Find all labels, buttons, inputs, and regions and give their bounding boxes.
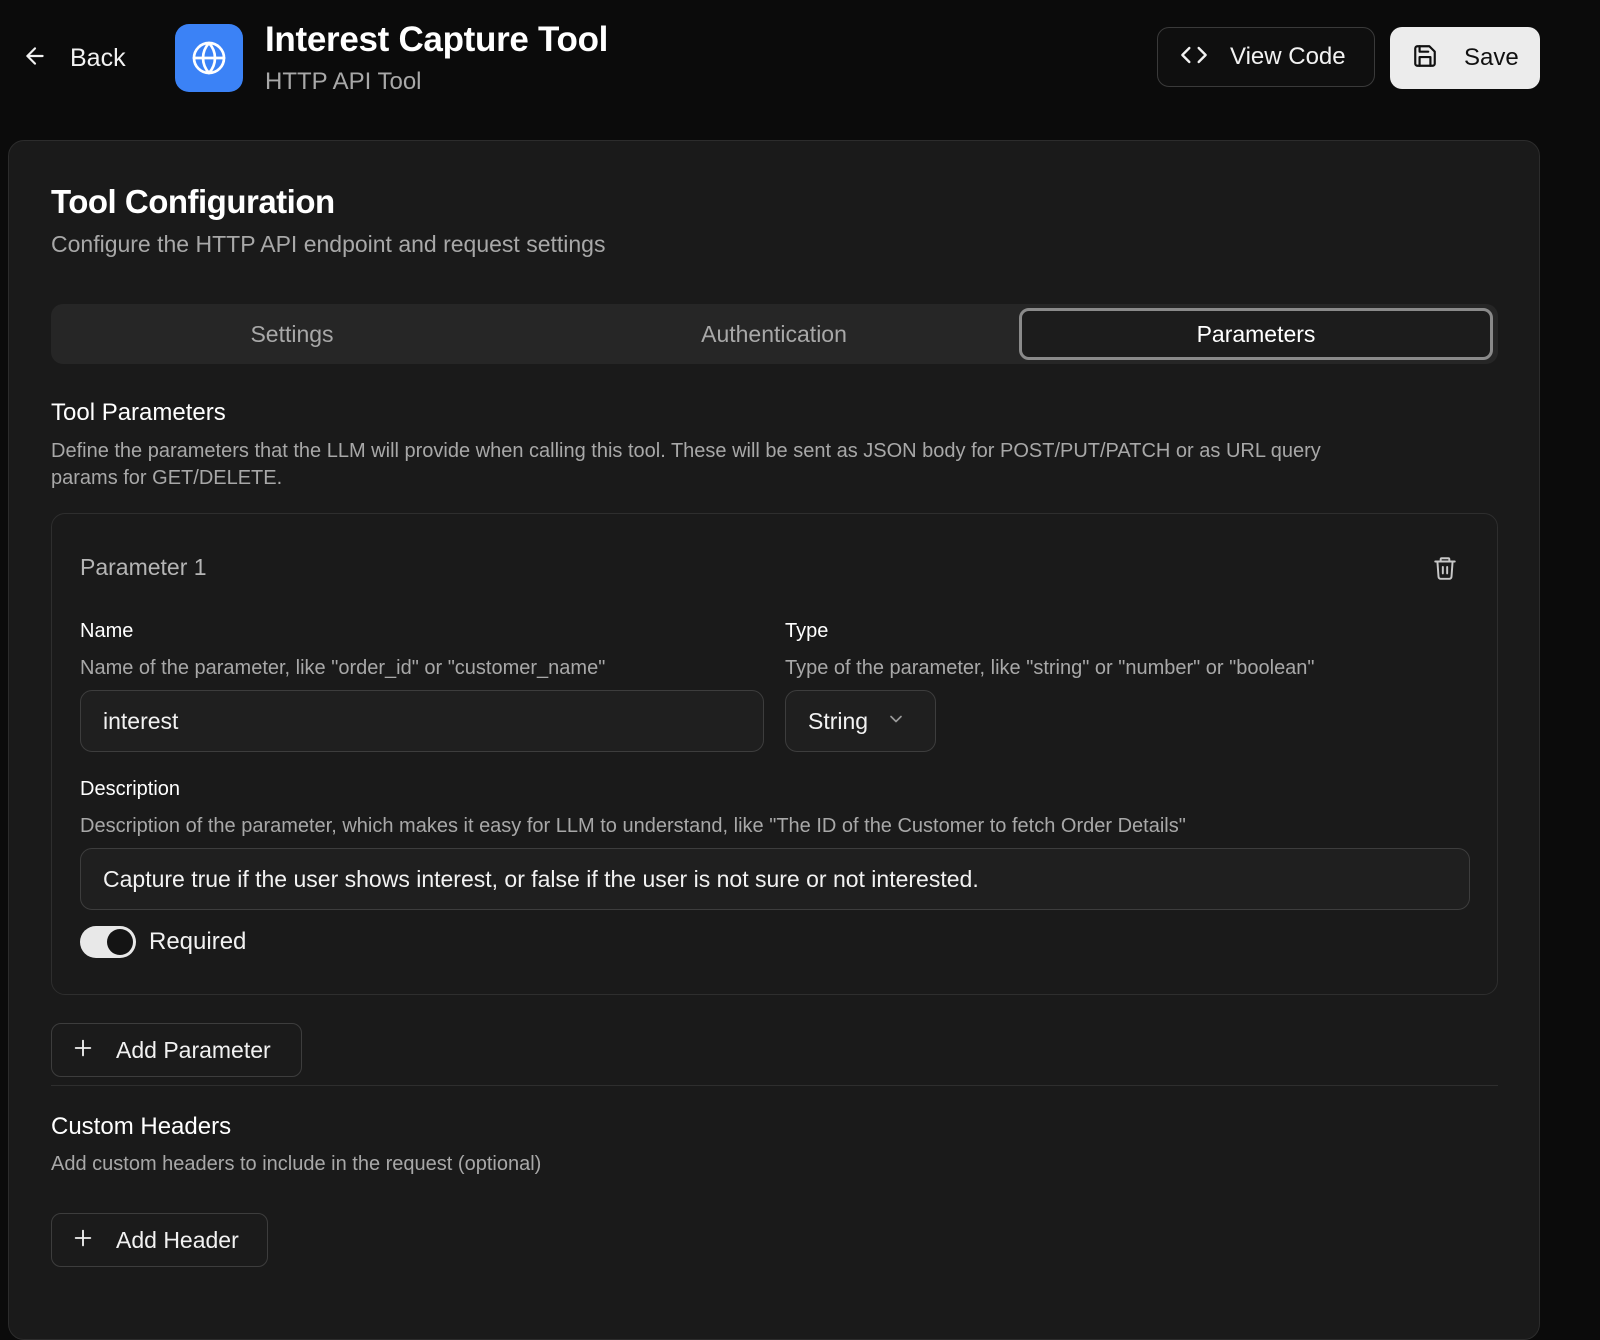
chevron-down-icon — [886, 708, 906, 735]
plus-icon — [72, 1037, 94, 1064]
back-label: Back — [70, 43, 126, 72]
description-label: Description — [80, 778, 181, 800]
tool-configuration-card: Tool Configuration Configure the HTTP AP… — [8, 140, 1540, 1340]
card-title: Tool Configuration — [51, 183, 335, 220]
card-description: Configure the HTTP API endpoint and requ… — [51, 231, 606, 257]
globe-icon — [175, 24, 243, 92]
type-hint: Type of the parameter, like "string" or … — [785, 657, 1315, 679]
parameter-card: Parameter 1 Name Name of the parameter, … — [51, 513, 1498, 995]
custom-headers-title: Custom Headers — [51, 1113, 232, 1140]
toggle-knob — [107, 929, 133, 955]
arrow-left-icon — [22, 43, 48, 74]
divider — [51, 1085, 1498, 1086]
type-select-value: String — [808, 707, 869, 734]
plus-icon — [72, 1227, 94, 1254]
name-label: Name — [80, 620, 134, 642]
name-input[interactable]: interest — [80, 690, 764, 752]
tool-parameters-description-line1: Define the parameters that the LLM will … — [51, 440, 1321, 462]
required-label: Required — [149, 928, 247, 955]
page-title: Interest Capture Tool — [265, 20, 609, 59]
add-parameter-button[interactable]: Add Parameter — [51, 1023, 302, 1077]
view-code-button[interactable]: View Code — [1157, 27, 1375, 87]
description-hint: Description of the parameter, which make… — [80, 815, 1186, 837]
tab-bar: Settings Authentication Parameters — [51, 304, 1498, 364]
add-parameter-label: Add Parameter — [116, 1036, 271, 1063]
view-code-label: View Code — [1230, 43, 1346, 70]
page-subtitle: HTTP API Tool — [265, 68, 422, 95]
parameter-title: Parameter 1 — [80, 554, 207, 580]
tab-parameters[interactable]: Parameters — [1019, 308, 1493, 360]
tool-parameters-description-line2: params for GET/DELETE. — [51, 467, 283, 489]
tab-settings[interactable]: Settings — [51, 304, 533, 364]
tab-authentication[interactable]: Authentication — [533, 304, 1015, 364]
description-input[interactable]: Capture true if the user shows interest,… — [80, 848, 1470, 910]
tool-parameters-title: Tool Parameters — [51, 399, 226, 426]
floppy-disk-icon — [1412, 43, 1438, 74]
back-button[interactable]: Back — [22, 38, 126, 78]
type-select[interactable]: String — [785, 690, 936, 752]
trash-icon[interactable] — [1432, 554, 1458, 587]
name-hint: Name of the parameter, like "order_id" o… — [80, 657, 606, 679]
custom-headers-description: Add custom headers to include in the req… — [51, 1153, 542, 1175]
required-toggle[interactable] — [80, 926, 136, 958]
add-header-label: Add Header — [116, 1226, 239, 1253]
type-label: Type — [785, 620, 829, 642]
code-icon — [1180, 41, 1208, 74]
add-header-button[interactable]: Add Header — [51, 1213, 268, 1267]
save-label: Save — [1464, 44, 1519, 71]
save-button[interactable]: Save — [1390, 27, 1540, 89]
